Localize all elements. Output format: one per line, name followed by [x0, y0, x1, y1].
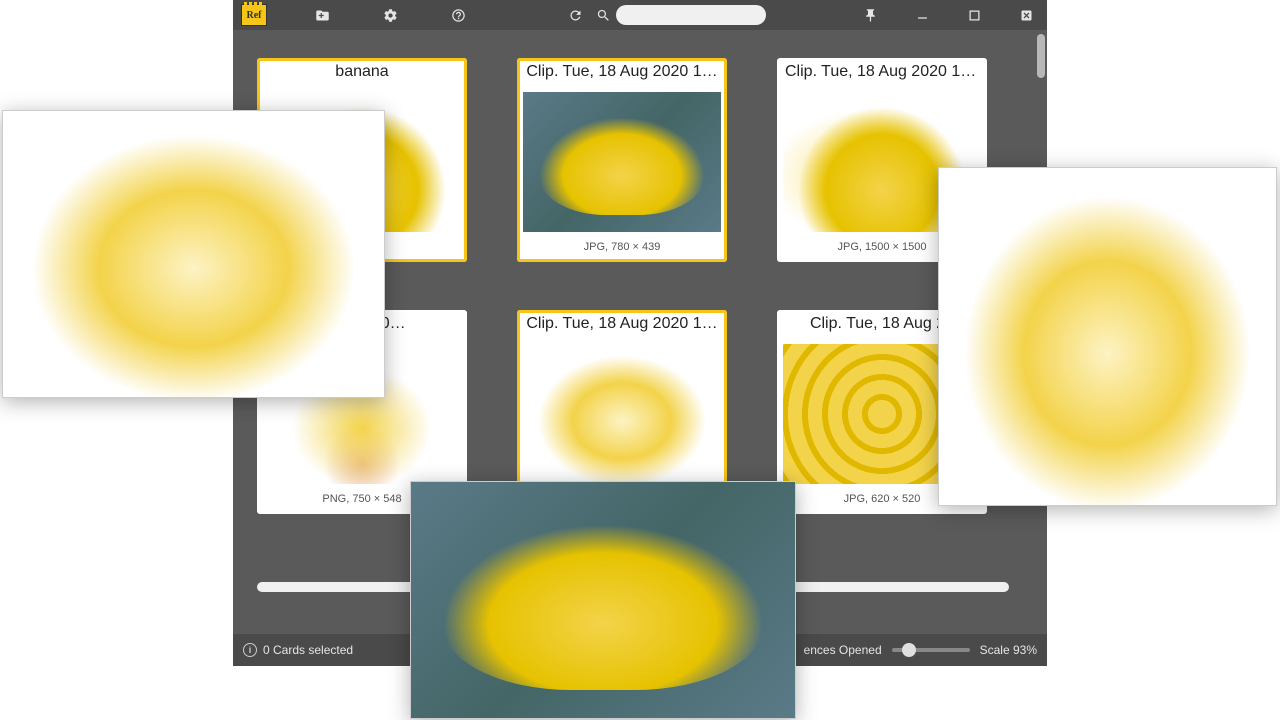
search-icon	[594, 2, 612, 28]
pin-button[interactable]	[857, 2, 883, 28]
popup-preview[interactable]	[410, 481, 796, 719]
card-thumbnail	[523, 344, 721, 484]
status-right-text: ences Opened	[804, 643, 882, 657]
card-meta: JPG, 780 × 439	[517, 232, 727, 262]
toolbar: Ref	[233, 0, 1047, 30]
scale-slider[interactable]	[892, 648, 970, 652]
popup-image	[411, 482, 795, 718]
vertical-scrollbar[interactable]	[1037, 34, 1045, 78]
search-wrap	[594, 2, 766, 28]
add-folder-button[interactable]	[309, 2, 335, 28]
card-title: Clip. Tue, 18 Aug 2020 1…	[517, 58, 727, 86]
popup-image	[3, 111, 384, 397]
card-title: banana	[257, 58, 467, 86]
settings-button[interactable]	[377, 2, 403, 28]
card-thumbnail	[523, 92, 721, 232]
popup-preview[interactable]	[2, 110, 385, 398]
info-icon: i	[243, 643, 257, 657]
search-input[interactable]	[616, 5, 766, 25]
card-title: Clip. Tue, 18 Aug 2020 10…	[777, 58, 987, 86]
card-title: Clip. Tue, 18 Aug 2020 1…	[517, 310, 727, 338]
status-left: i 0 Cards selected	[243, 643, 353, 657]
status-selected-text: 0 Cards selected	[263, 643, 353, 657]
maximize-button[interactable]	[961, 2, 987, 28]
popup-preview[interactable]	[938, 167, 1277, 506]
refresh-button[interactable]	[562, 2, 588, 28]
app-logo: Ref	[241, 4, 267, 26]
status-scale-text: Scale 93%	[980, 643, 1037, 657]
popup-image	[939, 168, 1276, 505]
close-button[interactable]	[1013, 2, 1039, 28]
minimize-button[interactable]	[909, 2, 935, 28]
card[interactable]: Clip. Tue, 18 Aug 2020 1… JPG, 780 × 439	[517, 58, 727, 262]
help-button[interactable]	[445, 2, 471, 28]
